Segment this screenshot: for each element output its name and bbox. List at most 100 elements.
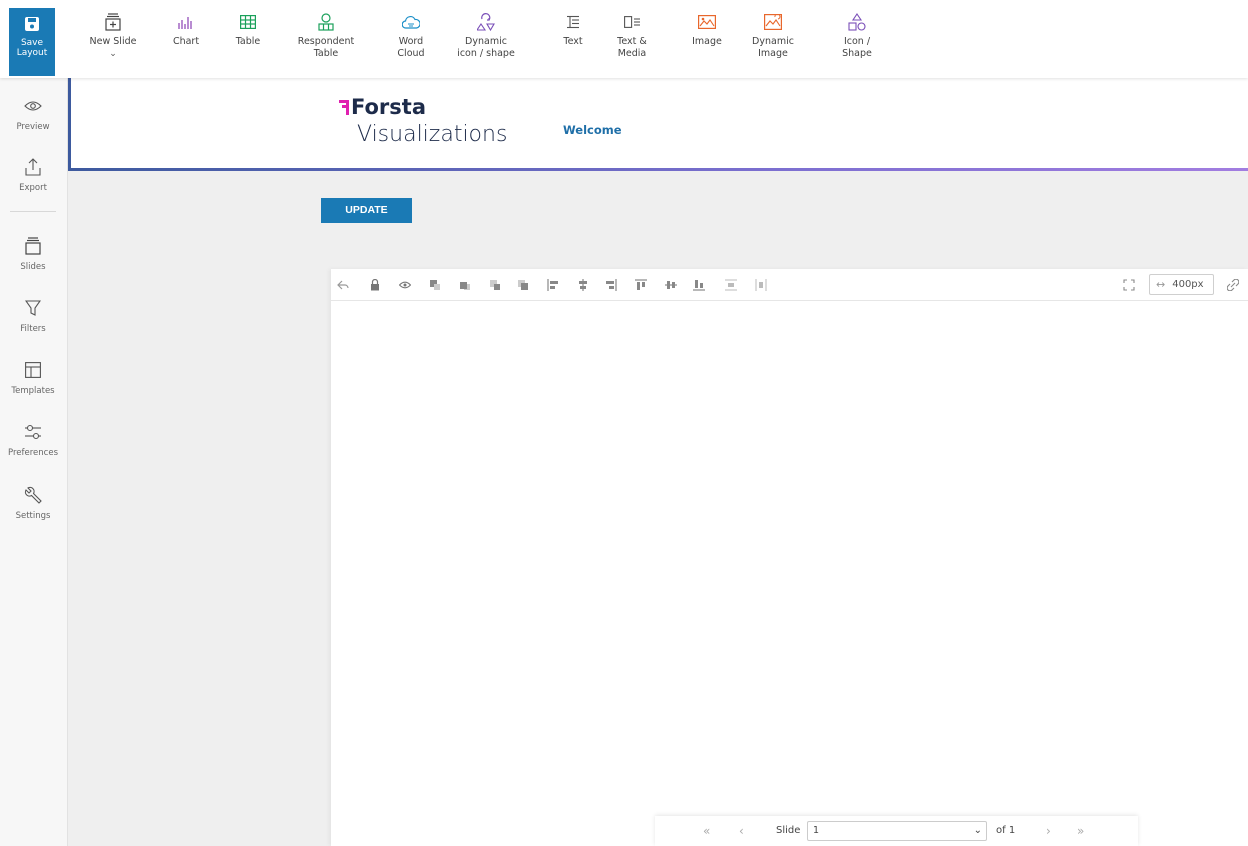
- distribute-vertical-icon[interactable]: [725, 279, 737, 291]
- sliders-icon: [25, 424, 41, 440]
- sidebar-item-label: Filters: [20, 324, 46, 334]
- left-sidebar: Preview Export Slides Filters Templates …: [0, 78, 68, 846]
- prev-page-icon[interactable]: ‹: [739, 824, 744, 838]
- align-left-icon[interactable]: [547, 279, 559, 291]
- first-page-icon[interactable]: «: [703, 824, 710, 838]
- filter-icon: [25, 300, 41, 316]
- icon-shape-label-2: Shape: [842, 48, 872, 59]
- bring-to-front-icon[interactable]: [459, 279, 471, 291]
- dynamic-shape-icon: [477, 13, 495, 31]
- sidebar-item-label: Preferences: [8, 448, 58, 458]
- distribute-horizontal-icon[interactable]: [755, 279, 767, 291]
- slides-icon: [25, 237, 41, 255]
- unlink-icon[interactable]: [1227, 279, 1239, 291]
- slide-pagination: « ‹ Slide 1 ⌄ of 1 › »: [655, 816, 1138, 846]
- sidebar-item-label: Preview: [16, 122, 50, 132]
- sidebar-item-slides[interactable]: Slides: [0, 234, 66, 272]
- respondent-table-label-2: Table: [313, 48, 339, 59]
- text-media-label-1: Text &: [617, 36, 647, 47]
- header-banner: Forsta Visualizations Welcome: [68, 78, 1248, 171]
- dynamic-image-label-1: Dynamic: [752, 36, 794, 47]
- logo-brand-text: Forsta: [351, 95, 426, 119]
- word-cloud-icon: [402, 16, 420, 29]
- top-toolbar: Save Layout New Slide ⌄ Chart Table Resp…: [0, 0, 1248, 78]
- new-slide-icon: [105, 13, 121, 31]
- text-label: Text: [563, 36, 583, 47]
- word-cloud-label-1: Word: [398, 36, 424, 47]
- bring-forward-icon[interactable]: [429, 279, 441, 291]
- table-label: Table: [235, 36, 261, 47]
- dynamic-image-button[interactable]: Dynamic Image: [752, 12, 794, 60]
- text-media-button[interactable]: Text & Media: [612, 12, 652, 60]
- dynamic-shape-label-1: Dynamic: [465, 36, 507, 47]
- save-label-2: Layout: [16, 48, 48, 58]
- sidebar-item-settings[interactable]: Settings: [0, 483, 66, 521]
- fit-screen-icon[interactable]: [1123, 279, 1135, 291]
- slide-select-value: 1: [813, 825, 820, 836]
- text-icon: [567, 15, 579, 29]
- canvas-width-field[interactable]: ↔ 400px: [1149, 274, 1214, 295]
- undo-icon[interactable]: [337, 279, 349, 291]
- lock-icon[interactable]: [369, 279, 381, 291]
- send-to-back-icon[interactable]: [517, 279, 529, 291]
- next-page-icon[interactable]: ›: [1046, 824, 1051, 838]
- welcome-link[interactable]: Welcome: [563, 123, 622, 137]
- sidebar-item-templates[interactable]: Templates: [0, 358, 66, 396]
- image-icon: [698, 15, 716, 29]
- respondent-table-button[interactable]: Respondent Table: [296, 12, 356, 60]
- visibility-icon[interactable]: [399, 279, 411, 291]
- slide-canvas[interactable]: ↔ 400px: [331, 269, 1248, 846]
- sidebar-item-label: Templates: [11, 386, 55, 396]
- align-right-icon[interactable]: [605, 279, 617, 291]
- update-button[interactable]: UPDATE: [321, 198, 412, 223]
- sidebar-item-filters[interactable]: Filters: [0, 296, 66, 334]
- slide-select[interactable]: 1 ⌄: [807, 821, 987, 841]
- image-button[interactable]: Image: [688, 12, 726, 48]
- new-slide-button[interactable]: New Slide ⌄: [88, 12, 138, 60]
- sidebar-divider: [10, 211, 56, 212]
- templates-icon: [25, 362, 41, 378]
- forsta-logo: Forsta: [339, 95, 426, 119]
- export-icon: [25, 158, 41, 176]
- eye-icon: [24, 101, 42, 111]
- align-middle-icon[interactable]: [665, 279, 677, 291]
- align-bottom-icon[interactable]: [693, 279, 705, 291]
- save-label-1: Save: [20, 38, 44, 48]
- sidebar-item-label: Export: [19, 183, 47, 193]
- text-media-icon: [624, 16, 640, 28]
- canvas-width-value: 400px: [1172, 279, 1204, 290]
- chevron-down-icon: ⌄: [973, 825, 982, 836]
- sidebar-item-preview[interactable]: Preview: [0, 94, 66, 132]
- sidebar-item-label: Slides: [20, 262, 46, 272]
- align-center-icon[interactable]: [577, 279, 589, 291]
- sidebar-item-preferences[interactable]: Preferences: [0, 420, 66, 458]
- dynamic-shape-label-2: icon / shape: [457, 48, 515, 59]
- dynamic-image-icon: [764, 14, 782, 30]
- dynamic-shape-button[interactable]: Dynamic icon / shape: [448, 12, 524, 60]
- word-cloud-button[interactable]: Word Cloud: [389, 12, 433, 60]
- icon-shape-button[interactable]: Icon / Shape: [838, 12, 876, 60]
- word-cloud-label-2: Cloud: [397, 48, 425, 59]
- text-media-label-2: Media: [617, 48, 647, 59]
- save-layout-button[interactable]: Save Layout: [9, 8, 55, 76]
- image-label: Image: [692, 36, 722, 47]
- forsta-logo-mark: [339, 99, 349, 115]
- text-button[interactable]: Text: [556, 12, 590, 48]
- respondent-table-label-1: Respondent: [297, 36, 355, 47]
- sidebar-item-export[interactable]: Export: [0, 155, 66, 193]
- table-icon: [240, 15, 256, 29]
- banner-gradient-line: [68, 168, 1248, 171]
- bar-chart-icon: [178, 17, 192, 29]
- send-backward-icon[interactable]: [489, 279, 501, 291]
- wrench-icon: [24, 486, 42, 504]
- table-button[interactable]: Table: [228, 12, 268, 48]
- last-page-icon[interactable]: »: [1077, 824, 1084, 838]
- align-top-icon[interactable]: [635, 279, 647, 291]
- chart-label: Chart: [172, 36, 200, 47]
- respondent-table-icon: [318, 13, 334, 31]
- new-slide-label: New Slide: [89, 36, 137, 47]
- chart-button[interactable]: Chart: [166, 12, 206, 48]
- chevron-down-icon[interactable]: ⌄: [88, 48, 138, 60]
- page-count: of 1: [996, 825, 1016, 836]
- sidebar-item-label: Settings: [15, 511, 51, 521]
